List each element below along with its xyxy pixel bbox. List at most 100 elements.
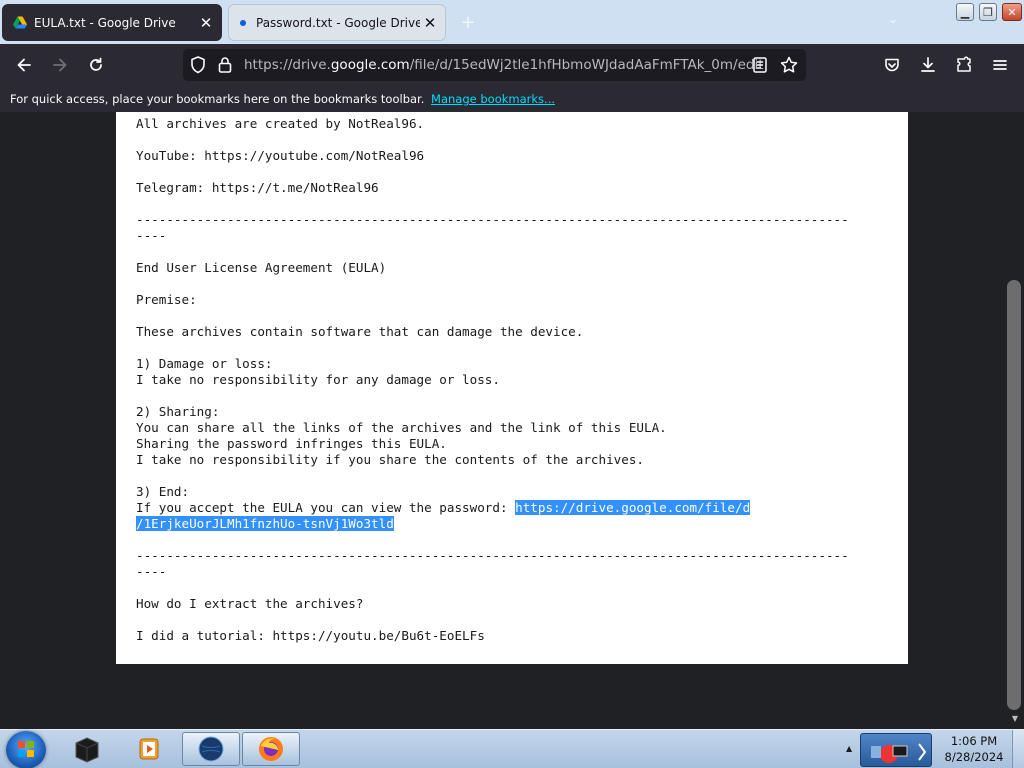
doc-line: I take no responsibility for any damage … <box>136 372 500 387</box>
tab-password[interactable]: Password.txt - Google Drive ✕ <box>228 4 446 41</box>
tray-clock[interactable]: 1:06 PM 8/28/2024 <box>940 733 1008 765</box>
selected-password-link[interactable]: https://drive.google.com/file/d <box>515 500 751 515</box>
extensions-button[interactable] <box>950 52 978 78</box>
maximize-button[interactable]: ❐ <box>979 3 997 21</box>
terminal-icon <box>75 737 99 763</box>
doc-blank-line <box>136 308 896 324</box>
download-icon <box>921 57 935 72</box>
windows-logo-icon <box>18 741 34 757</box>
scroll-down-arrow-icon[interactable]: ▼ <box>1010 714 1020 724</box>
lock-icon[interactable] <box>217 55 233 79</box>
puzzle-piece-icon <box>957 56 971 72</box>
google-drive-icon <box>12 15 28 31</box>
forward-button[interactable] <box>46 52 74 78</box>
doc-blank-line <box>136 612 896 628</box>
doc-line: These archives contain software that can… <box>136 324 584 339</box>
back-button[interactable] <box>10 52 38 78</box>
start-button[interactable] <box>6 731 46 768</box>
doc-line: If you accept the EULA you can view the … <box>136 500 896 516</box>
document-text[interactable]: All archives are created by NotReal96. Y… <box>136 116 896 644</box>
taskbar-firefox-button[interactable] <box>242 732 300 766</box>
hamburger-menu-icon <box>993 60 1007 70</box>
document-page[interactable]: All archives are created by NotReal96. Y… <box>116 112 908 664</box>
selected-password-link[interactable]: /1ErjkeUorJLMh1fnzhUo-tsnVj1Wo3tld <box>136 516 394 531</box>
new-tab-button[interactable]: + <box>456 10 480 34</box>
doc-blank-line <box>136 132 896 148</box>
doc-line-prefix: If you accept the EULA you can view the … <box>136 500 516 515</box>
doc-blank-line <box>136 164 896 180</box>
content-area: All archives are created by NotReal96. Y… <box>0 112 1024 729</box>
system-tray[interactable] <box>860 733 932 767</box>
tab-eula-label: EULA.txt - Google Drive <box>34 15 176 30</box>
doc-line: Premise: <box>136 292 197 307</box>
app-menu-button[interactable] <box>986 52 1014 78</box>
doc-line: I did a tutorial: https://youtu.be/Bu6t-… <box>136 628 485 643</box>
close-window-button[interactable]: ✕ <box>1002 3 1022 21</box>
firefox-icon <box>259 737 283 761</box>
close-tab-icon[interactable]: ✕ <box>420 13 440 33</box>
loading-indicator-icon <box>240 19 246 26</box>
bookmarks-toolbar: For quick access, place your bookmarks h… <box>0 86 1024 112</box>
url-host: google.com <box>330 57 410 73</box>
tray-icons <box>871 743 927 763</box>
doc-line: Sharing the password infringes this EULA… <box>136 436 447 451</box>
doc-line: All archives are created by NotReal96. <box>136 116 425 131</box>
doc-line: 1) Damage or loss: <box>136 356 273 371</box>
url-prefix: https://drive. <box>244 57 331 73</box>
doc-line: You can share all the links of the archi… <box>136 420 667 435</box>
tab-password-label: Password.txt - Google Drive <box>256 15 420 30</box>
close-tab-icon[interactable]: ✕ <box>196 13 216 33</box>
doc-blank-line <box>136 276 896 292</box>
clock-date: 8/28/2024 <box>944 750 1004 764</box>
clock-time: 1:06 PM <box>950 734 998 748</box>
doc-line: I take no responsibility if you share th… <box>136 452 644 467</box>
tab-eula[interactable]: EULA.txt - Google Drive ✕ <box>2 4 222 41</box>
taskbar-browser-button[interactable] <box>182 732 240 766</box>
taskbar-terminal-button[interactable] <box>58 732 116 766</box>
doc-line: /1ErjkeUorJLMh1fnzhUo-tsnVj1Wo3tld <box>136 516 896 532</box>
doc-blank-line <box>136 340 896 356</box>
arrow-right-icon <box>53 58 67 72</box>
taskbar: ▲ 1:06 PM 8/28/2024 <box>0 729 1024 768</box>
doc-separator: ---- <box>136 564 167 579</box>
url-bar[interactable]: https://drive.google.com/file/d/15edWj2t… <box>183 49 806 81</box>
scrollbar-thumb[interactable] <box>1007 280 1021 710</box>
doc-blank-line <box>136 532 896 548</box>
doc-line: 2) Sharing: <box>136 404 220 419</box>
show-desktop-button[interactable] <box>1012 730 1024 768</box>
doc-blank-line <box>136 468 896 484</box>
minimize-button[interactable]: ▁ <box>956 3 974 21</box>
tracking-protection-shield-icon[interactable] <box>189 55 207 79</box>
show-hidden-icons-button[interactable]: ▲ <box>846 744 852 753</box>
doc-blank-line <box>136 388 896 404</box>
url-text[interactable]: https://drive.google.com/file/d/15edWj2t… <box>244 57 764 73</box>
doc-separator: ---- <box>136 228 167 243</box>
arrow-left-icon <box>17 58 31 72</box>
doc-line: End User License Agreement (EULA) <box>136 260 387 275</box>
doc-blank-line <box>136 580 896 596</box>
bookmark-star-icon[interactable] <box>779 55 799 79</box>
reload-icon <box>90 57 102 71</box>
manage-bookmarks-link[interactable]: Manage bookmarks... <box>431 92 555 106</box>
doc-line: 3) End: <box>136 484 190 499</box>
media-player-icon <box>139 738 159 760</box>
doc-separator: ----------------------------------------… <box>136 212 849 227</box>
doc-line: YouTube: https://youtube.com/NotReal96 <box>136 148 425 163</box>
list-all-tabs-button[interactable]: ⌄ <box>888 12 898 26</box>
downloads-button[interactable] <box>914 52 942 78</box>
doc-separator: ----------------------------------------… <box>136 548 849 563</box>
pocket-button[interactable] <box>878 52 906 78</box>
url-path: /file/d/15edWj2tle1hfHbmoWJdadAaFmFTAk_0… <box>409 57 764 73</box>
navigation-toolbar: https://drive.google.com/file/d/15edWj2t… <box>0 44 1024 86</box>
pocket-icon <box>885 58 899 72</box>
tab-strip: EULA.txt - Google Drive ✕ Password.txt -… <box>0 0 1024 44</box>
reader-view-icon[interactable] <box>751 55 769 79</box>
doc-blank-line <box>136 196 896 212</box>
globe-browser-icon <box>198 736 224 762</box>
bookmarks-toolbar-message: For quick access, place your bookmarks h… <box>10 92 425 106</box>
taskbar-media-player-button[interactable] <box>120 732 178 766</box>
doc-blank-line <box>136 244 896 260</box>
reload-button[interactable] <box>82 52 110 78</box>
doc-line: Telegram: https://t.me/NotReal96 <box>136 180 379 195</box>
doc-line: How do I extract the archives? <box>136 596 364 611</box>
